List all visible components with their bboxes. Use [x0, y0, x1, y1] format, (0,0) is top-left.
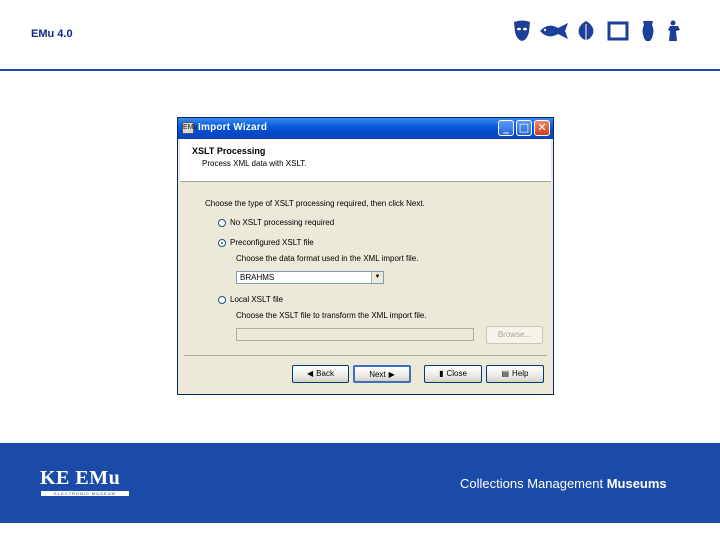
- close-button-label: Close: [446, 369, 467, 378]
- back-button-label: Back: [316, 369, 334, 378]
- next-button-label: Next: [369, 370, 386, 379]
- back-arrow-icon: ◀: [307, 369, 314, 378]
- vase-icon: [642, 21, 654, 41]
- window-title: Import Wizard: [198, 122, 268, 133]
- fish-icon: [540, 23, 568, 39]
- header-divider: [0, 69, 720, 71]
- door-icon: ▮: [439, 369, 444, 378]
- xslt-file-input[interactable]: [236, 328, 474, 341]
- app-icon: EMu: [182, 122, 197, 134]
- maximize-button[interactable]: □: [516, 120, 532, 136]
- minimize-button[interactable]: _: [498, 120, 514, 136]
- brand-subtitle: ELECTRONIC MUSEUM: [41, 491, 129, 496]
- radio-preconfigured-xslt-label[interactable]: Preconfigured XSLT file: [230, 238, 314, 247]
- slide-footer: KE EMu ELECTRONIC MUSEUM Collections Man…: [0, 443, 720, 523]
- leaf-icon: [578, 21, 594, 41]
- figure-icon: [668, 20, 680, 41]
- radio-local-xslt-label[interactable]: Local XSLT file: [230, 295, 283, 304]
- wizard-banner: XSLT Processing Process XML data with XS…: [180, 139, 551, 182]
- radio-no-xslt-label[interactable]: No XSLT processing required: [230, 218, 334, 227]
- radio-no-xslt[interactable]: [218, 219, 226, 227]
- button-separator: [184, 355, 547, 356]
- tagline-bold: Museums: [606, 476, 667, 491]
- step-title: XSLT Processing: [192, 146, 266, 156]
- close-window-button[interactable]: ✕: [534, 120, 550, 136]
- slide-header: EMu 4.0: [0, 0, 720, 71]
- chevron-down-icon[interactable]: ▼: [371, 272, 383, 283]
- frame-icon: [607, 21, 629, 41]
- browse-button[interactable]: Browse...: [486, 326, 543, 344]
- brand-logo: KE EMu: [40, 467, 121, 489]
- window-titlebar[interactable]: EMu Import Wizard _ □ ✕: [178, 118, 553, 139]
- next-arrow-icon: ▶: [388, 370, 395, 379]
- data-format-select[interactable]: BRAHMS ▼: [236, 271, 384, 284]
- back-button[interactable]: ◀ Back: [292, 365, 349, 383]
- local-hint: Choose the XSLT file to transform the XM…: [236, 311, 427, 320]
- mask-icon: [514, 20, 530, 41]
- instruction-text: Choose the type of XSLT processing requi…: [205, 199, 425, 208]
- import-wizard-window: EMu Import Wizard _ □ ✕ XSLT Processing …: [177, 117, 554, 395]
- radio-local-xslt[interactable]: [218, 296, 226, 304]
- slide-title: EMu 4.0: [31, 28, 73, 40]
- close-button[interactable]: ▮ Close: [424, 365, 482, 383]
- preconfigured-hint: Choose the data format used in the XML i…: [236, 254, 419, 263]
- help-button[interactable]: ▤ Help: [486, 365, 544, 383]
- footer-tagline: Collections Management Museums: [460, 476, 667, 491]
- step-subtitle: Process XML data with XSLT.: [202, 159, 307, 168]
- help-button-label: Help: [512, 369, 529, 378]
- next-button[interactable]: Next ▶: [353, 365, 411, 383]
- help-book-icon: ▤: [501, 369, 510, 378]
- radio-preconfigured-xslt[interactable]: [218, 239, 226, 247]
- data-format-value: BRAHMS: [240, 273, 275, 282]
- tagline-regular: Collections Management: [460, 476, 607, 491]
